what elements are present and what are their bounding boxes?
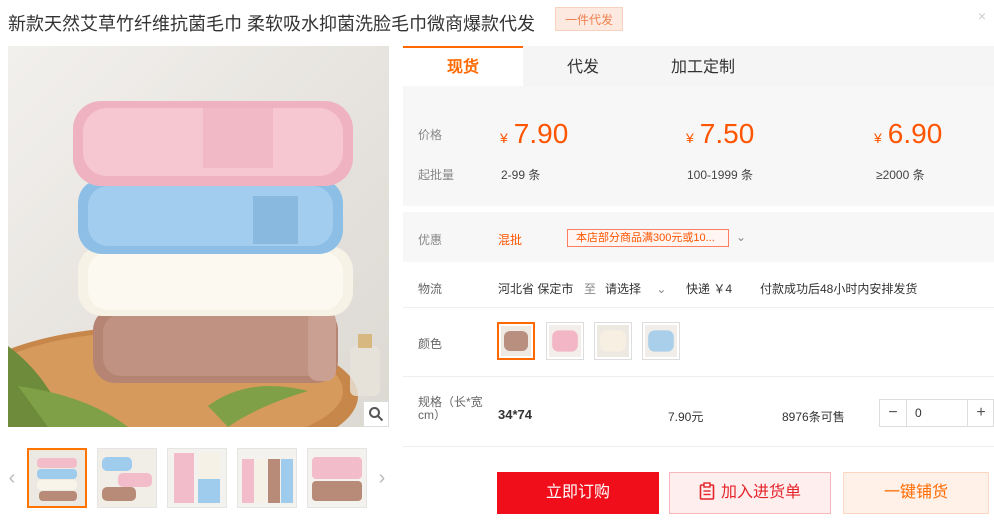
swatch-blue-image (645, 325, 677, 357)
thumbnail-4[interactable] (237, 448, 297, 508)
decrement-button[interactable]: − (880, 400, 906, 426)
currency-symbol: ¥ (500, 130, 508, 146)
tab-dropship[interactable]: 代发 (523, 46, 643, 86)
swatch-pink-image (549, 325, 581, 357)
chevron-down-icon: ⌄ (656, 282, 667, 296)
qty-range-2: 100-1999 条 (687, 168, 754, 182)
logistics-row: 物流 河北省 保定市 至 请选择 ⌄ 快递 ￥4 付款成功后48小时内安排发货 (403, 276, 994, 298)
shipping-note: 付款成功后48小时内安排发货 (760, 282, 918, 296)
thumbnail-2[interactable] (97, 448, 157, 508)
thumbnail-5[interactable] (307, 448, 367, 508)
spec-label: 规格（长*宽cm） (418, 395, 483, 422)
main-product-image[interactable] (8, 46, 389, 427)
add-to-cart-button[interactable]: 加入进货单 (669, 472, 831, 514)
zoom-button[interactable] (363, 401, 389, 427)
swatch-beige-image (597, 325, 629, 357)
color-swatch-beige[interactable] (594, 322, 632, 360)
color-label: 颜色 (418, 337, 443, 351)
thumbnail-5-image (308, 449, 366, 507)
swatch-brown-image (501, 326, 531, 356)
quantity-stepper: − 0 + (879, 399, 994, 427)
price-panel: 价格 起批量 ¥7.90 2-99 条 ¥7.50 100-1999 条 ¥6.… (403, 86, 994, 206)
chevron-left-icon[interactable]: ‹ (4, 463, 20, 493)
color-row: 颜色 (403, 335, 994, 353)
tab-in-stock[interactable]: 现货 (403, 46, 523, 86)
order-now-button[interactable]: 立即订购 (497, 472, 659, 514)
color-swatch-blue[interactable] (642, 322, 680, 360)
qty-range-1: 2-99 条 (501, 168, 541, 182)
towel-stack-illustration (8, 46, 389, 427)
thumbnail-1[interactable] (27, 448, 87, 508)
divider (403, 446, 994, 447)
chevron-down-icon[interactable]: ⌄ (736, 230, 746, 244)
product-title: 新款天然艾草竹纤维抗菌毛巾 柔软吸水抑菌洗脸毛巾微商爆款代发 (8, 14, 535, 34)
currency-symbol: ¥ (686, 130, 694, 146)
price-value: 7.50 (699, 118, 755, 149)
coupon-ribbon[interactable]: 本店部分商品满300元或10... (567, 229, 729, 247)
chevron-right-icon[interactable]: › (374, 463, 390, 493)
one-click-distribute-button[interactable]: 一键铺货 (843, 472, 989, 514)
divider (403, 307, 994, 308)
divider (403, 376, 994, 377)
shipping-fee: 快递 ￥4 (686, 282, 733, 296)
to-label: 至 (584, 282, 597, 296)
thumbnail-strip: ‹ › (0, 445, 395, 511)
mixed-batch-tag: 混批 (498, 233, 523, 247)
qty-range-3: ≥2000 条 (876, 168, 925, 182)
dropship-badge: 一件代发 (555, 7, 623, 31)
color-swatch-pink[interactable] (546, 322, 584, 360)
price-value: 7.90 (513, 118, 569, 149)
spec-size: 34*74 (498, 407, 532, 422)
thumbnail-2-image (98, 449, 156, 507)
promo-label: 优惠 (418, 233, 443, 247)
destination-select[interactable]: 请选择 ⌄ (605, 280, 666, 297)
add-to-cart-label: 加入进货单 (720, 484, 801, 501)
price-label: 价格 (418, 128, 443, 142)
clipboard-icon (699, 482, 715, 500)
destination-select-value: 请选择 (605, 282, 642, 296)
logistics-label: 物流 (418, 282, 443, 296)
thumbnail-3[interactable] (167, 448, 227, 508)
thumbnail-4-image (238, 449, 296, 507)
currency-symbol: ¥ (874, 130, 882, 146)
price-tier-1: ¥7.90 (500, 118, 568, 150)
origin-location: 河北省 保定市 (498, 282, 574, 296)
increment-button[interactable]: + (968, 400, 994, 426)
thumbnail-1-image (29, 450, 85, 506)
price-value: 6.90 (887, 118, 943, 149)
close-icon[interactable]: × (978, 8, 986, 24)
spec-price: 7.90元 (668, 410, 704, 424)
price-tier-2: ¥7.50 (686, 118, 754, 150)
tab-custom-processing[interactable]: 加工定制 (643, 46, 763, 86)
quantity-input[interactable]: 0 (906, 400, 968, 426)
thumbnail-3-image (168, 449, 226, 507)
price-tier-3: ¥6.90 (874, 118, 942, 150)
spec-stock: 8976条可售 (782, 410, 845, 424)
magnifier-icon (369, 407, 384, 422)
moq-label: 起批量 (418, 168, 455, 182)
purchase-mode-tabs: 现货 代发 加工定制 (403, 46, 994, 86)
promo-row: 优惠 混批 本店部分商品满300元或10... ⌄ (403, 212, 994, 262)
color-swatch-brown[interactable] (497, 322, 535, 360)
